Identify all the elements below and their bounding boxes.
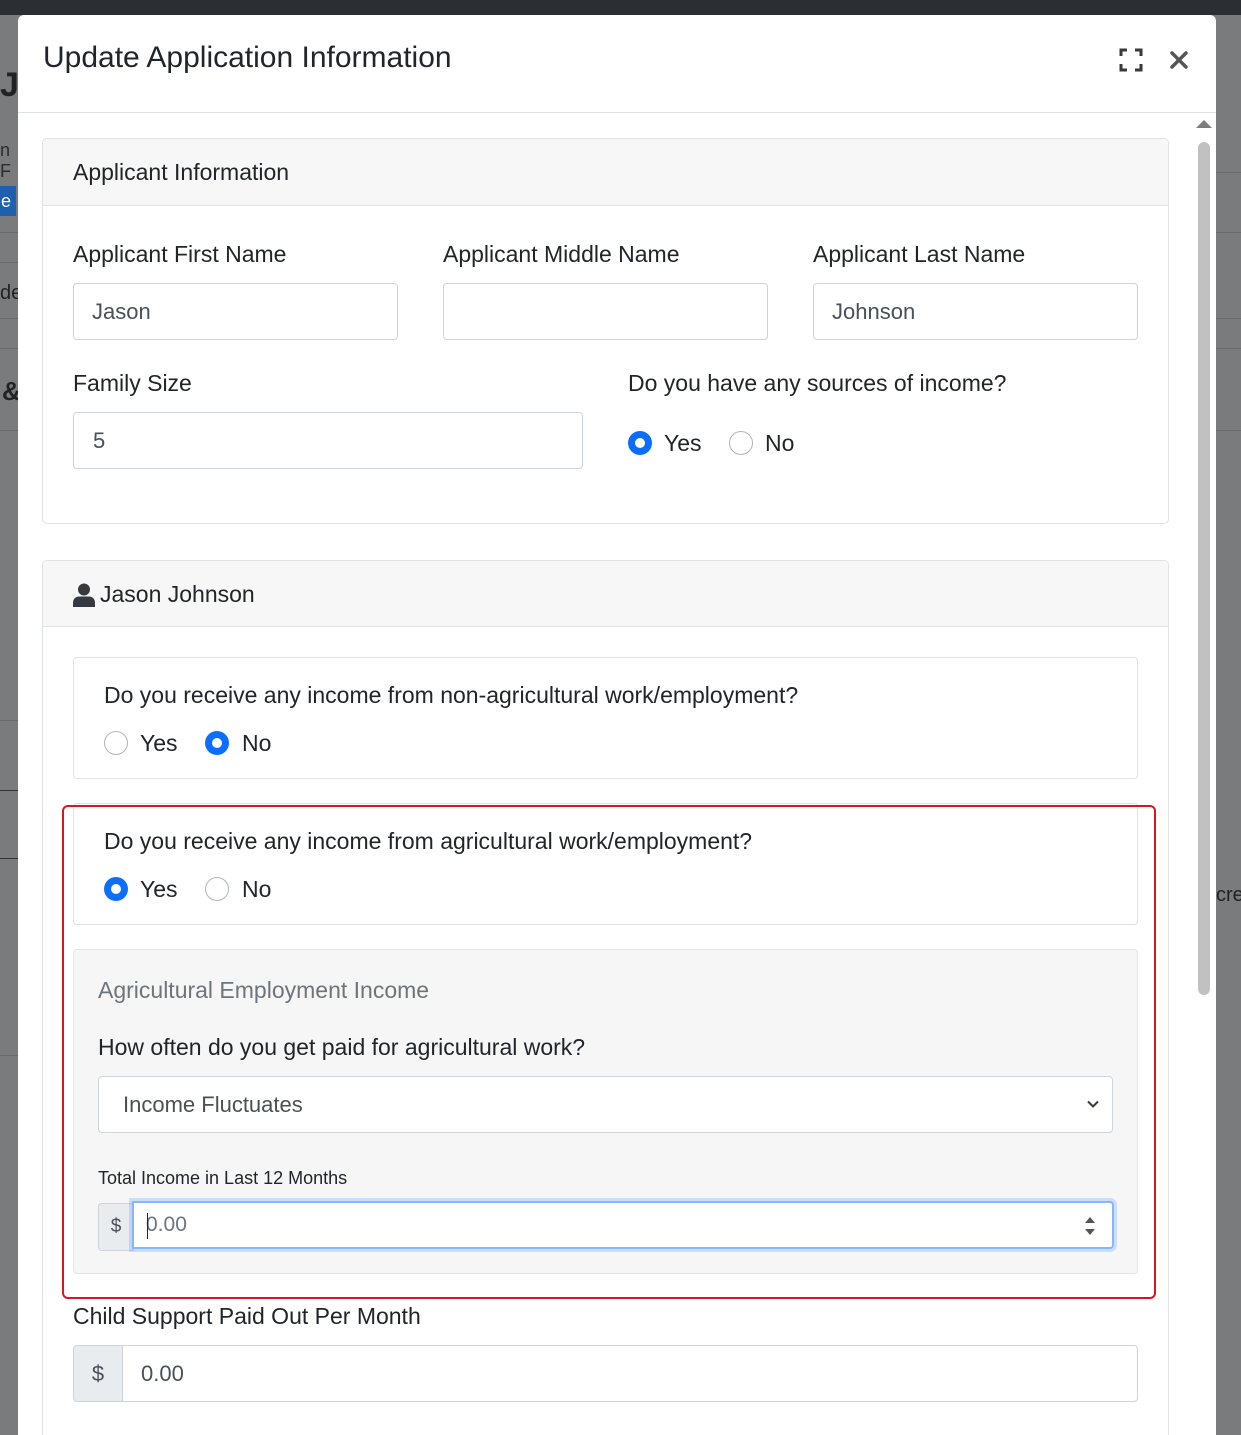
card-header: Jason Johnson — [43, 561, 1168, 627]
scroll-up-arrow-icon[interactable] — [1196, 120, 1212, 128]
non-agricultural-income-section: Do you receive any income from non-agric… — [73, 657, 1138, 779]
modal-header: Update Application Information — [18, 15, 1216, 113]
income-sources-no-radio[interactable] — [729, 431, 753, 455]
non-agricultural-yes-label[interactable]: Yes — [140, 730, 178, 757]
non-agricultural-yes-radio[interactable] — [104, 731, 128, 755]
income-sources-no-label[interactable]: No — [765, 430, 794, 457]
non-agricultural-question: Do you receive any income from non-agric… — [104, 682, 799, 708]
last-name-label: Applicant Last Name — [813, 241, 1026, 267]
highlight-box — [62, 805, 1156, 1299]
applicant-information-card: Applicant Information Applicant First Na… — [42, 138, 1169, 524]
background-fragment: de — [0, 282, 18, 304]
middle-name-input[interactable] — [443, 283, 768, 340]
first-name-input[interactable]: Jason — [73, 283, 398, 340]
card-header: Applicant Information — [43, 139, 1168, 206]
background-fragment: JC — [0, 66, 18, 104]
middle-name-label: Applicant Middle Name — [443, 241, 680, 267]
background-fragment: e — [0, 186, 16, 216]
expand-button[interactable] — [1116, 45, 1146, 75]
update-application-modal: Update Application Information Applicant… — [18, 15, 1216, 1435]
modal-body: Applicant Information Applicant First Na… — [18, 114, 1216, 1435]
non-agricultural-no-label[interactable]: No — [242, 730, 271, 757]
non-agricultural-no-radio[interactable] — [205, 731, 229, 755]
income-sources-yes-radio[interactable] — [628, 431, 652, 455]
modal-title: Update Application Information — [43, 41, 452, 74]
background-fragment: crea — [1216, 884, 1241, 906]
card-title: Applicant Information — [73, 159, 290, 185]
person-name-title: Jason Johnson — [100, 581, 255, 607]
income-sources-yes-label[interactable]: Yes — [664, 430, 702, 457]
user-icon — [73, 583, 95, 607]
first-name-label: Applicant First Name — [73, 241, 287, 267]
expand-icon — [1119, 48, 1143, 72]
scrollbar[interactable] — [1192, 114, 1216, 1435]
child-support-currency-addon: $ — [73, 1345, 123, 1402]
family-size-input[interactable]: 5 — [73, 412, 583, 469]
scroll-thumb[interactable] — [1198, 142, 1210, 995]
close-icon — [1170, 51, 1188, 69]
last-name-input[interactable]: Johnson — [813, 283, 1138, 340]
background-fragment: & — [2, 376, 18, 407]
close-button[interactable] — [1164, 45, 1194, 75]
family-size-label: Family Size — [73, 370, 192, 396]
background-fragment: n F — [0, 140, 11, 181]
browser-top-bar — [0, 0, 1241, 15]
child-support-input[interactable]: 0.00 — [122, 1345, 1138, 1402]
income-sources-question: Do you have any sources of income? — [628, 370, 1007, 396]
child-support-label: Child Support Paid Out Per Month — [73, 1303, 421, 1329]
